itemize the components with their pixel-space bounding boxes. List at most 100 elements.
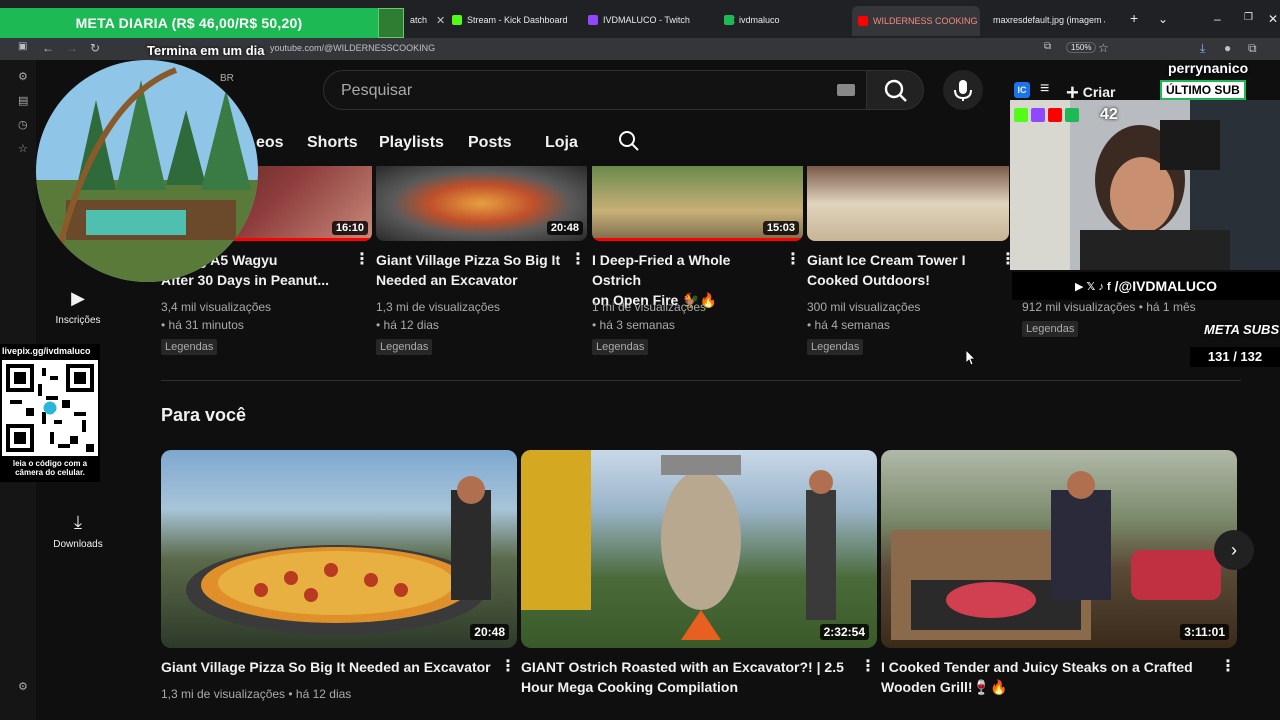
duration-badge: 3:11:01 [1180,624,1229,640]
kick-icon [1014,108,1028,122]
daily-goal-bar: META DIARIA (R$ 46,00/R$ 50,20) [0,8,378,38]
voice-search-button[interactable] [943,70,983,110]
history-icon[interactable]: ◷ [18,118,28,131]
settings-icon[interactable]: ⚙ [18,70,28,83]
download-icon[interactable]: ⤓ [1200,41,1205,56]
tab-ivdmaluco[interactable]: ivdmaluco✕ [724,8,868,32]
tab-kick-dashboard[interactable]: Stream - Kick Dashboard✕ [452,8,596,32]
star-icon[interactable]: ☆ [1098,41,1109,55]
viewer-count: 42 [1100,106,1118,123]
duration-badge: 20:48 [470,624,509,640]
more-options-icon[interactable]: ⋮ [1220,656,1236,676]
video-title[interactable]: Giant Ice Cream Tower I Cooked Outdoors! [807,250,997,290]
sidebar-item-subscriptions[interactable]: ▶ Inscrições [52,288,104,326]
webcam-overlay [1010,100,1280,270]
star-icon[interactable]: ☆ [18,142,28,155]
tab-shorts[interactable]: Shorts [307,134,358,152]
minimize-icon[interactable]: – [1214,12,1221,26]
reload-icon[interactable]: ↻ [90,41,100,55]
youtube-icon [1048,108,1062,122]
microphone-icon [954,80,972,101]
download-icon: ⤓ [74,512,82,532]
last-subscriber-label: ÚLTIMO SUB [1160,80,1246,100]
bookmark-icon[interactable]: ▤ [18,94,28,107]
duration-badge: 16:10 [331,221,368,235]
video-thumbnail[interactable]: 15:03 [592,166,803,241]
captions-badge: Legendas [1022,321,1079,337]
video-thumbnail[interactable] [807,166,1009,241]
more-options-icon[interactable]: ⋮ [570,249,586,269]
sub-goal-count: 131 / 132 [1190,347,1280,367]
tab-wilderness-cooking[interactable]: WILDERNESS COOKING - Y✕ [852,6,980,36]
duration-badge: 2:32:54 [819,624,869,640]
sub-goal-label: META SUBS [1204,322,1280,337]
last-subscriber-name: perrynanico [1168,60,1249,76]
tab-videos[interactable]: eos [256,134,284,152]
tab-playlists[interactable]: Playlists [379,134,444,152]
sidebar-item-downloads[interactable]: ⤓ Downloads [52,512,104,550]
more-options-icon[interactable]: ⋮ [860,656,876,676]
social-handle-bar: ▶ 𝕏 ♪ f /@IVDMALUCO [1012,272,1280,300]
video-title[interactable]: Giant Village Pizza So Big It Needed an … [161,657,491,677]
kick-icon [724,15,734,25]
chevron-right-icon: › [1231,540,1237,560]
video-thumbnail[interactable]: 2:32:54 [521,450,877,648]
gear-icon[interactable]: ⚙ [18,680,28,693]
social-icons: ▶ 𝕏 ♪ f [1075,280,1111,293]
zoom-indicator[interactable]: 150% [1066,42,1097,53]
tab-watch[interactable]: atch ✕ [410,8,445,32]
game-camera-overlay [36,60,258,282]
tab-posts[interactable]: Posts [468,134,512,152]
subscriptions-icon: ▶ [71,288,85,308]
search-input[interactable]: Pesquisar [323,70,868,110]
video-title[interactable]: I Cooked Tender and Juicy Steaks on a Cr… [881,657,1211,697]
video-thumbnail[interactable]: 20:48 [376,166,587,241]
forward-icon[interactable]: → [66,41,78,55]
video-thumbnail[interactable]: 3:11:01 [881,450,1237,648]
keyboard-icon[interactable] [837,84,855,96]
streamer-camera-image [1010,100,1280,270]
new-tab-icon[interactable]: + [1130,10,1138,26]
menu-icon[interactable]: ≡ [1040,80,1049,98]
twitch-icon [1031,108,1045,122]
install-icon[interactable]: ⧉ [1044,41,1051,52]
maximize-icon[interactable]: ❐ [1244,12,1253,23]
daily-goal-remainder [378,8,404,38]
video-thumbnail[interactable]: 20:48 [161,450,517,648]
kick-icon [452,15,462,25]
extensions-icon[interactable]: ⧉ [1248,41,1257,56]
more-options-icon[interactable]: ⋮ [500,656,516,676]
platform-icons [1014,108,1079,122]
ostrich-image [521,450,836,640]
chevron-down-icon[interactable]: ⌄ [1158,12,1168,26]
url-field[interactable]: youtube.com/@WILDERNESSCOOKING [270,43,435,53]
donation-qr-panel: livepix.gg/ivdmaluco leia o código com a… [0,344,100,482]
tab-maxresdefault[interactable]: maxresdefault.jpg (imagem JPE [993,8,1105,32]
forest-scene-image [36,60,258,282]
tab-twitch[interactable]: IVDMALUCO - Twitch✕ [588,8,736,32]
captions-badge: Legendas [161,339,218,355]
create-button[interactable]: + Criar [1066,80,1166,105]
more-options-icon[interactable]: ⋮ [785,249,801,269]
duration-badge: 20:48 [546,221,583,235]
sidebar-toggle-icon[interactable]: ▣ [18,41,27,52]
carousel-next-button[interactable]: › [1214,530,1254,570]
section-divider [161,380,1241,381]
video-title[interactable]: Giant Village Pizza So Big It Needed an E… [376,250,566,290]
search-icon [884,79,907,102]
search-button[interactable] [866,70,924,110]
extension-icon[interactable]: IC [1014,82,1030,98]
back-icon[interactable]: ← [42,41,54,55]
qr-code [2,360,98,456]
video-meta: 1,3 mi de visualizações • há 12 dias [161,687,352,701]
captions-badge: Legendas [376,339,433,355]
duration-badge: 15:03 [762,221,799,235]
account-icon[interactable]: ● [1224,41,1231,55]
captions-badge: Legendas [807,339,864,355]
close-window-icon[interactable]: ✕ [1268,12,1278,26]
video-title[interactable]: GIANT Ostrich Roasted with an Excavator?… [521,657,851,697]
close-icon[interactable]: ✕ [436,14,445,27]
channel-search-icon[interactable] [618,130,640,157]
tab-store[interactable]: Loja [545,134,578,152]
more-options-icon[interactable]: ⋮ [354,249,370,269]
